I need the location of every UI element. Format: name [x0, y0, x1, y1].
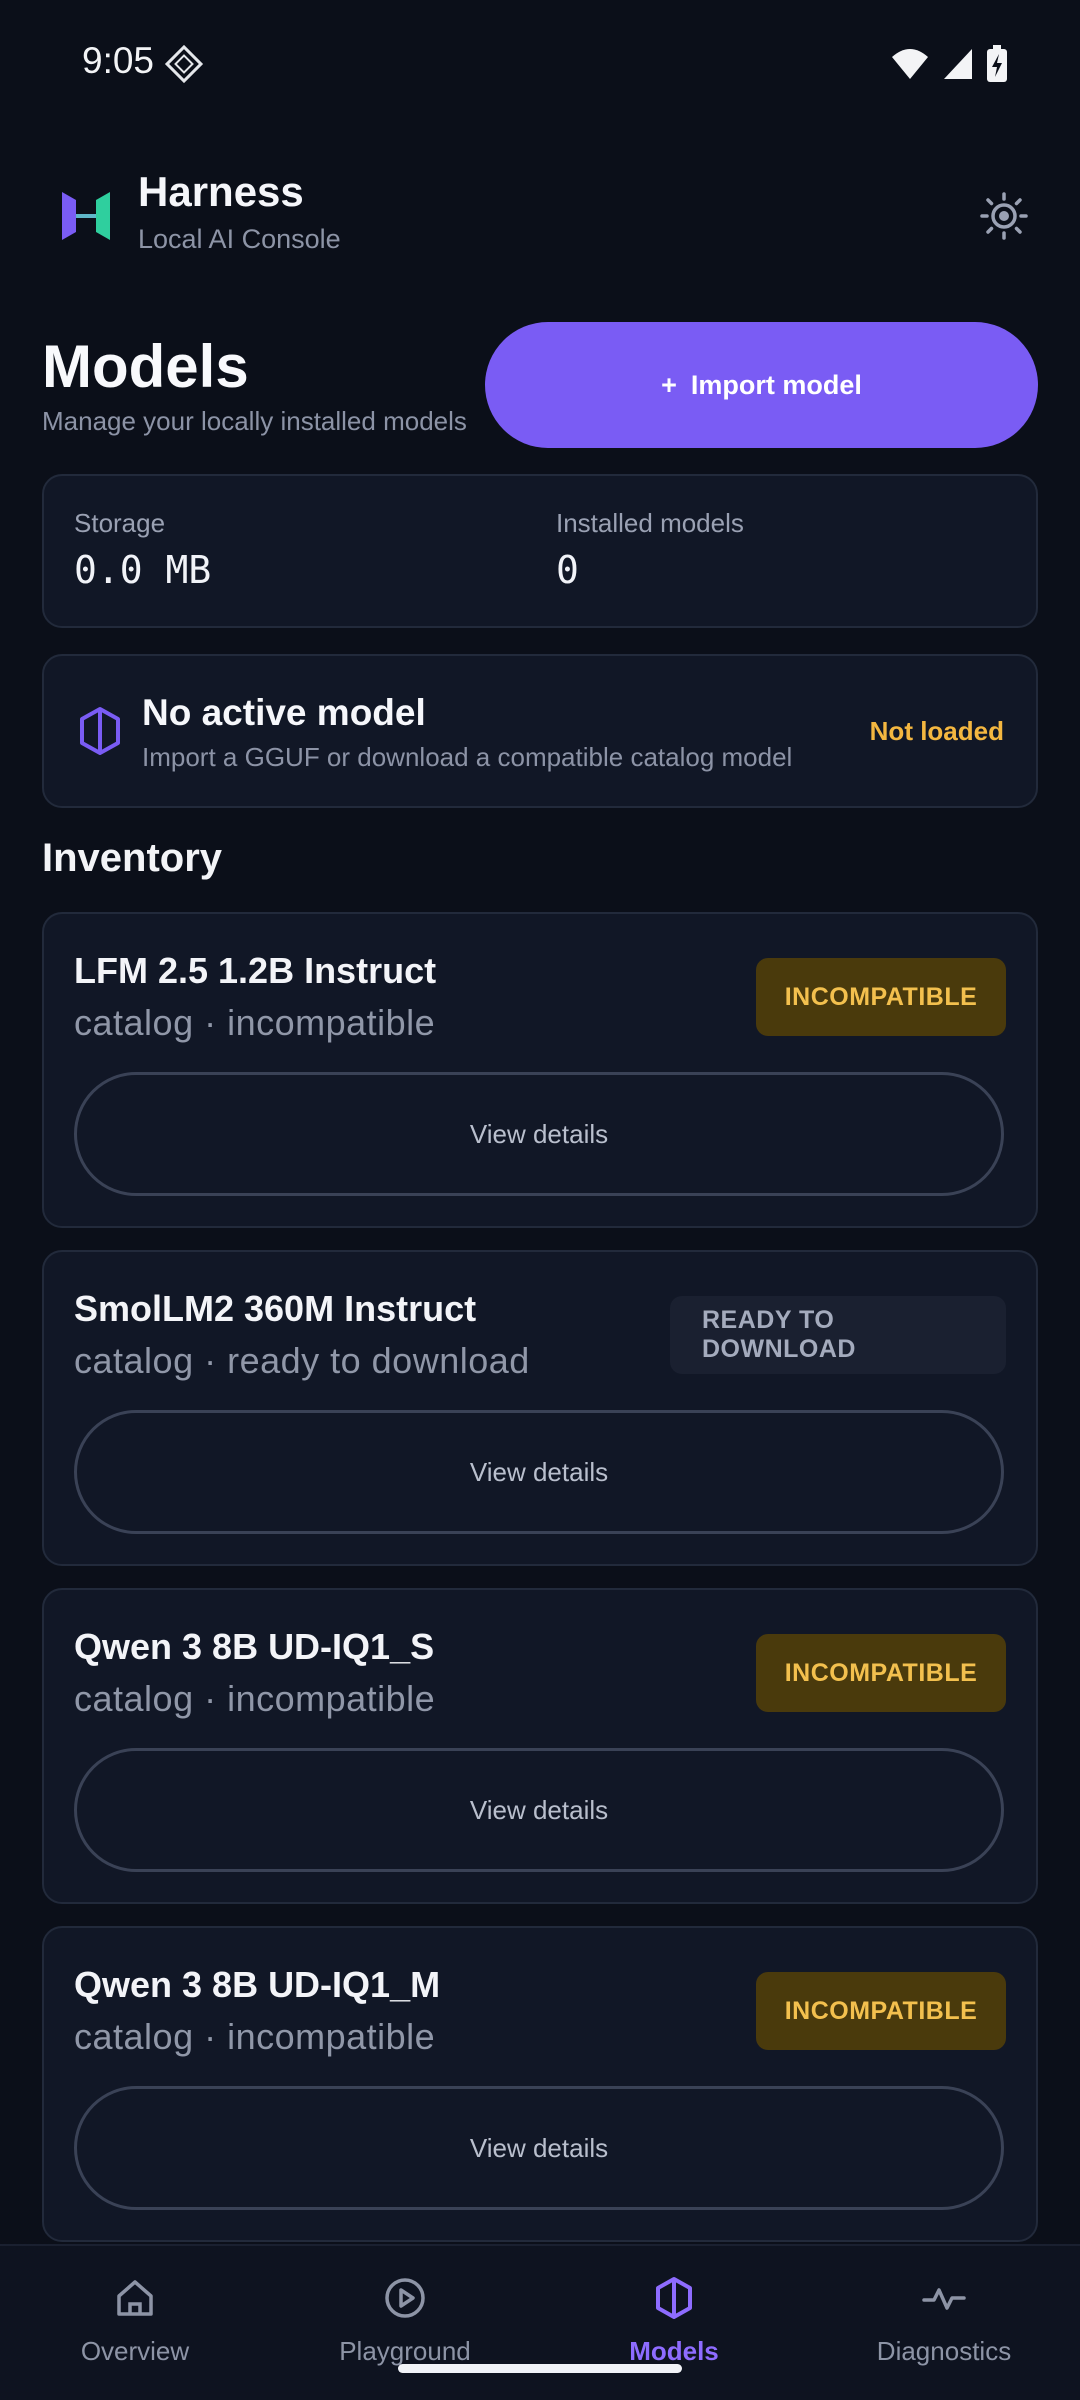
- model-card: SmolLM2 360M Instruct catalog · ready to…: [42, 1250, 1038, 1566]
- nav-label-overview: Overview: [80, 2336, 190, 2366]
- battery-icon: [987, 45, 1007, 82]
- bottom-nav: Overview Playground Models Diagnostics: [0, 2244, 1080, 2400]
- active-model-status: Not loaded: [869, 716, 1004, 746]
- model-name: Qwen 3 8B UD-IQ1_M: [74, 1964, 441, 2005]
- model-name: LFM 2.5 1.2B Instruct: [74, 950, 437, 991]
- model-card: Qwen 3 8B UD-IQ1_M catalog · incompatibl…: [42, 1926, 1038, 2242]
- active-model-description: Import a GGUF or download a compatible c…: [142, 742, 793, 772]
- status-badge: READY TO DOWNLOAD: [670, 1296, 1006, 1374]
- home-icon: [117, 2280, 153, 2316]
- inventory-title: Inventory: [42, 836, 223, 880]
- active-model-title: No active model: [142, 692, 426, 733]
- page-title: Models: [42, 333, 249, 400]
- nav-label-models: Models: [629, 2336, 719, 2366]
- model-hexagon-icon: [80, 707, 120, 755]
- storage-value: 0.0 MB: [74, 548, 212, 592]
- app-title: Harness: [138, 168, 304, 215]
- storage-label: Storage: [74, 508, 166, 538]
- nav-item-diagnostics[interactable]: Diagnostics: [844, 2274, 1044, 2367]
- theme-toggle-button[interactable]: [972, 184, 1036, 248]
- import-model-label: Import model: [690, 369, 862, 400]
- status-badge: INCOMPATIBLE: [756, 1972, 1006, 2050]
- nav-item-models[interactable]: Models: [574, 2274, 774, 2367]
- model-meta: catalog · incompatible: [74, 1678, 436, 1719]
- status-bar: 9:05: [0, 0, 1080, 128]
- view-details-button[interactable]: View details: [74, 2086, 1004, 2210]
- import-model-button[interactable]: + Import model: [485, 322, 1038, 448]
- model-name: Qwen 3 8B UD-IQ1_S: [74, 1626, 435, 1667]
- installed-models-label: Installed models: [556, 508, 744, 538]
- view-details-button[interactable]: View details: [74, 1410, 1004, 1534]
- signal-icon: [944, 49, 972, 79]
- storage-stats-card: Storage 0.0 MB Installed models 0: [42, 474, 1038, 628]
- home-indicator[interactable]: [398, 2364, 682, 2373]
- status-time: 9:05: [82, 40, 155, 81]
- model-meta: catalog · ready to download: [74, 1340, 530, 1381]
- page-subtitle: Manage your locally installed models: [42, 406, 467, 436]
- activity-icon: [922, 2288, 966, 2310]
- nav-label-playground: Playground: [339, 2336, 471, 2366]
- model-name: SmolLM2 360M Instruct: [74, 1288, 477, 1329]
- plus-icon: +: [661, 369, 677, 400]
- nav-item-playground[interactable]: Playground: [305, 2274, 505, 2367]
- active-model-card: No active model Import a GGUF or downloa…: [42, 654, 1038, 808]
- model-card: Qwen 3 8B UD-IQ1_S catalog · incompatibl…: [42, 1588, 1038, 1904]
- nav-label-diagnostics: Diagnostics: [876, 2336, 1012, 2366]
- status-badge: INCOMPATIBLE: [756, 958, 1006, 1036]
- model-meta: catalog · incompatible: [74, 1002, 436, 1043]
- installed-models-value: 0: [556, 548, 579, 592]
- app-subtitle: Local AI Console: [138, 224, 341, 254]
- nav-item-overview[interactable]: Overview: [35, 2274, 235, 2367]
- harness-logo-icon: [62, 192, 110, 240]
- view-details-button[interactable]: View details: [74, 1072, 1004, 1196]
- wifi-icon: [892, 49, 928, 79]
- sun-icon: [980, 192, 1028, 240]
- hexagon-icon: [656, 2277, 692, 2319]
- notification-icon: [164, 44, 204, 84]
- view-details-button[interactable]: View details: [74, 1748, 1004, 1872]
- play-icon: [385, 2278, 425, 2318]
- app-header: Harness Local AI Console: [0, 160, 1080, 270]
- status-badge: INCOMPATIBLE: [756, 1634, 1006, 1712]
- model-card: LFM 2.5 1.2B Instruct catalog · incompat…: [42, 912, 1038, 1228]
- model-meta: catalog · incompatible: [74, 2016, 436, 2057]
